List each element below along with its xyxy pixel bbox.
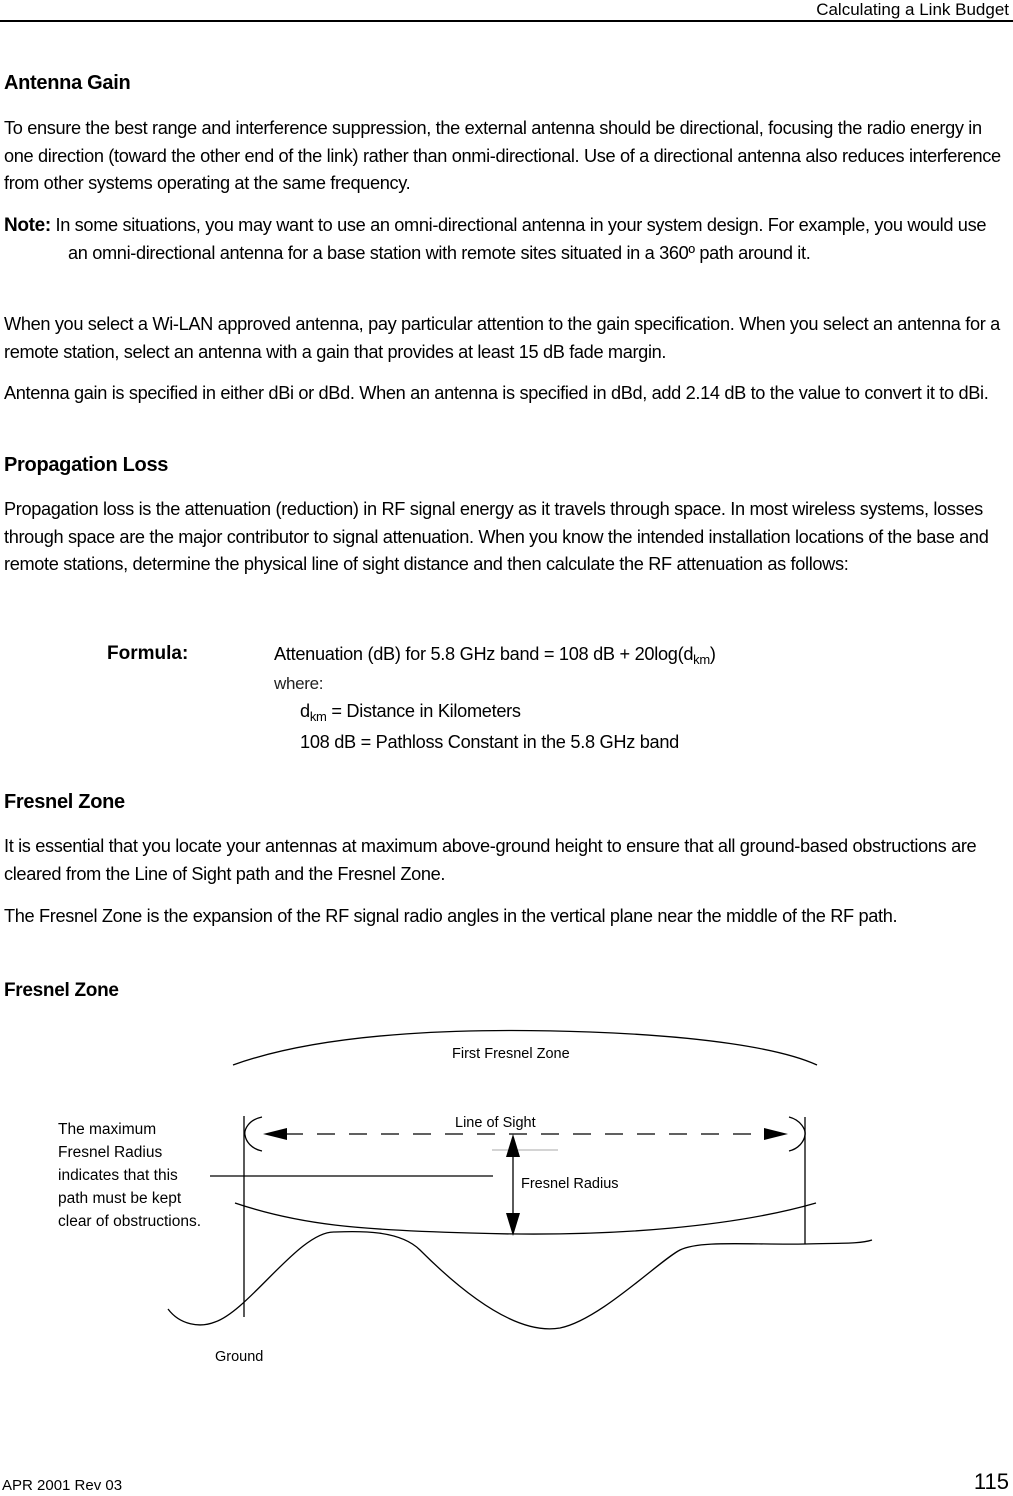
label-first-fresnel-zone: First Fresnel Zone [452,1046,570,1062]
fresnel-zone-diagram: First Fresnel Zone Line of Sight Fresnel… [167,1029,873,1365]
fresnel-radius-arrowhead-down [506,1213,520,1236]
page-number: 115 [973,1469,1009,1494]
fresnel-radius-arrowhead-up [506,1134,520,1157]
line-of-sight-right-arrowhead [764,1128,788,1140]
fresnel-zone-lower-boundary [234,1202,817,1235]
line-of-sight-left-arrowhead [263,1128,287,1140]
ground-line [167,1230,873,1330]
figure-side-note: The maximum Fresnel Radius indicates tha… [58,1121,202,1230]
label-line-of-sight: Line of Sight [455,1115,536,1131]
right-antenna-dish [788,1116,806,1152]
label-fresnel-radius: Fresnel Radius [521,1176,619,1192]
label-ground: Ground [215,1349,263,1365]
left-antenna-dish [244,1116,263,1152]
footer-revision: APR 2001 Rev 03 [2,1477,123,1494]
